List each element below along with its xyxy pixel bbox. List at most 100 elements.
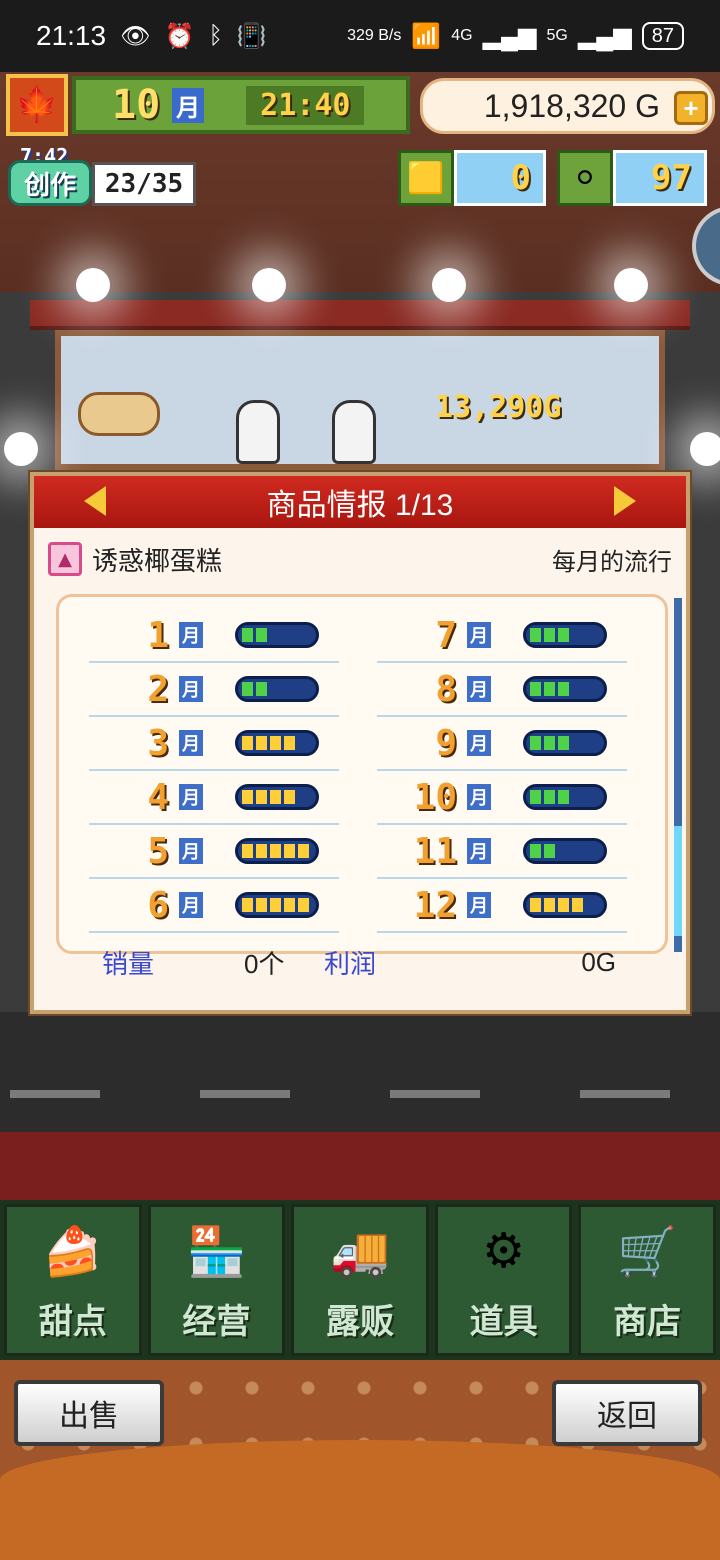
popularity-segment <box>544 844 555 858</box>
popularity-segment <box>242 628 253 642</box>
month-number: 9 <box>435 722 457 764</box>
popularity-segment <box>530 790 541 804</box>
menu-button-4[interactable]: 🛒 商店 <box>578 1204 716 1356</box>
month-row: 9月 <box>377 717 627 771</box>
popularity-bar <box>523 730 607 756</box>
month-unit: 月 <box>467 892 491 918</box>
month-unit: 月 <box>179 730 203 756</box>
month-unit: 月 <box>179 622 203 648</box>
popularity-segment <box>558 790 569 804</box>
month-unit: 月 <box>467 622 491 648</box>
trend-label: 每月的流行 <box>552 547 672 576</box>
menu-label: 甜点 <box>38 1302 107 1342</box>
alarm-icon: ⏰ <box>164 22 195 50</box>
current-month: 10 <box>112 82 161 128</box>
popularity-segment <box>256 682 267 696</box>
popularity-bar <box>523 838 607 864</box>
signal-5g: 5G <box>546 27 568 44</box>
popularity-segment <box>256 844 267 858</box>
popularity-segment <box>544 628 555 642</box>
month-row: 2月 <box>89 663 339 717</box>
popularity-segment <box>284 898 295 912</box>
popularity-bar <box>523 676 607 702</box>
cake-icon: ▲ <box>48 542 82 576</box>
popularity-segment <box>270 790 281 804</box>
sales-value: 0个 <box>244 948 285 979</box>
profit-value: 0G <box>581 946 616 977</box>
popularity-segment <box>530 844 541 858</box>
popularity-segment <box>298 844 309 858</box>
month-unit: 月 <box>179 892 203 918</box>
silver-coin-icon: ⚪ <box>557 150 613 206</box>
month-number: 2 <box>147 668 169 710</box>
battery-indicator: 87 <box>641 22 684 50</box>
road-marking <box>390 1090 480 1098</box>
craft-button[interactable]: 创作 <box>8 160 92 206</box>
food-truck-icon: 🚚 <box>330 1224 390 1280</box>
popularity-segment <box>544 898 555 912</box>
month-number: 4 <box>147 776 169 818</box>
popularity-bar <box>523 622 607 648</box>
chef-character <box>236 400 280 464</box>
popularity-segment <box>270 736 281 750</box>
popularity-bar <box>235 730 319 756</box>
scrollbar-thumb[interactable] <box>674 826 682 936</box>
popularity-segment <box>530 898 541 912</box>
popularity-segment <box>284 844 295 858</box>
money-amount: 1,918,320 G <box>483 87 660 124</box>
month-unit: 月 <box>179 784 203 810</box>
month-unit: 月 <box>467 676 491 702</box>
month-row: 4月 <box>89 771 339 825</box>
status-time: 21:13 <box>36 20 107 51</box>
cake-icon: 🍰 <box>42 1224 103 1280</box>
popularity-segment <box>558 682 569 696</box>
lamp-icon <box>432 268 466 302</box>
add-money-button[interactable]: + <box>674 91 708 125</box>
month-number: 12 <box>413 884 457 926</box>
popularity-segment <box>256 628 267 642</box>
lamp-icon <box>690 432 720 466</box>
gold-resource: 🟨 0 <box>398 150 546 206</box>
popularity-bar <box>235 892 319 918</box>
popularity-bar <box>235 784 319 810</box>
eye-icon: 👁 <box>120 22 151 50</box>
date-panel: 10 月 21:40 <box>72 76 410 134</box>
net-speed: 329 B/s <box>347 27 402 44</box>
popularity-segment <box>270 898 281 912</box>
silver-count: 97 <box>613 150 707 206</box>
gold-count: 0 <box>454 150 546 206</box>
back-button[interactable]: 返回 <box>552 1380 702 1446</box>
wifi-icon: 📶 <box>411 22 442 50</box>
month-row: 1月 <box>89 609 339 663</box>
item-header-row: ▲ 诱惑椰蛋糕 每月的流行 <box>34 528 686 590</box>
lamp-icon <box>4 432 38 466</box>
season-leaf-icon[interactable]: 🍁 <box>6 74 68 136</box>
dialog-header: 商品情报 1/13 <box>34 476 686 528</box>
menu-button-2[interactable]: 🚚 露贩 <box>291 1204 429 1356</box>
month-row: 6月 <box>89 879 339 933</box>
month-row: 10 月 <box>377 771 627 825</box>
month-unit: 月 <box>172 87 205 123</box>
chef-character <box>332 400 376 464</box>
popularity-bar <box>523 784 607 810</box>
sell-button[interactable]: 出售 <box>14 1380 164 1446</box>
product-info-dialog: 商品情报 1/13 ▲ 诱惑椰蛋糕 每月的流行 1月2月3月4月5月6月 7月8… <box>30 472 690 1014</box>
month-unit: 月 <box>179 676 203 702</box>
menu-label: 露贩 <box>325 1302 394 1342</box>
lamp-icon <box>76 268 110 302</box>
month-unit: 月 <box>467 838 491 864</box>
popularity-bar <box>523 892 607 918</box>
month-number: 8 <box>435 668 457 710</box>
monthly-trend-grid: 1月2月3月4月5月6月 7 月 8 月 9 月 10 月 11 月 12 月 <box>56 594 668 954</box>
menu-button-1[interactable]: 🏪 经营 <box>147 1204 286 1356</box>
menu-button-3[interactable]: ⚙ 道具 <box>434 1204 573 1356</box>
lamp-icon <box>614 268 648 302</box>
popularity-segment <box>558 898 569 912</box>
popularity-segment <box>242 898 253 912</box>
next-arrow-icon[interactable] <box>614 486 636 516</box>
month-number: 10 <box>413 776 457 818</box>
menu-button-0[interactable]: 🍰 甜点 <box>4 1204 142 1356</box>
popularity-segment <box>284 790 295 804</box>
prev-arrow-icon[interactable] <box>84 486 106 516</box>
sale-popup: 13,290G <box>435 390 562 425</box>
